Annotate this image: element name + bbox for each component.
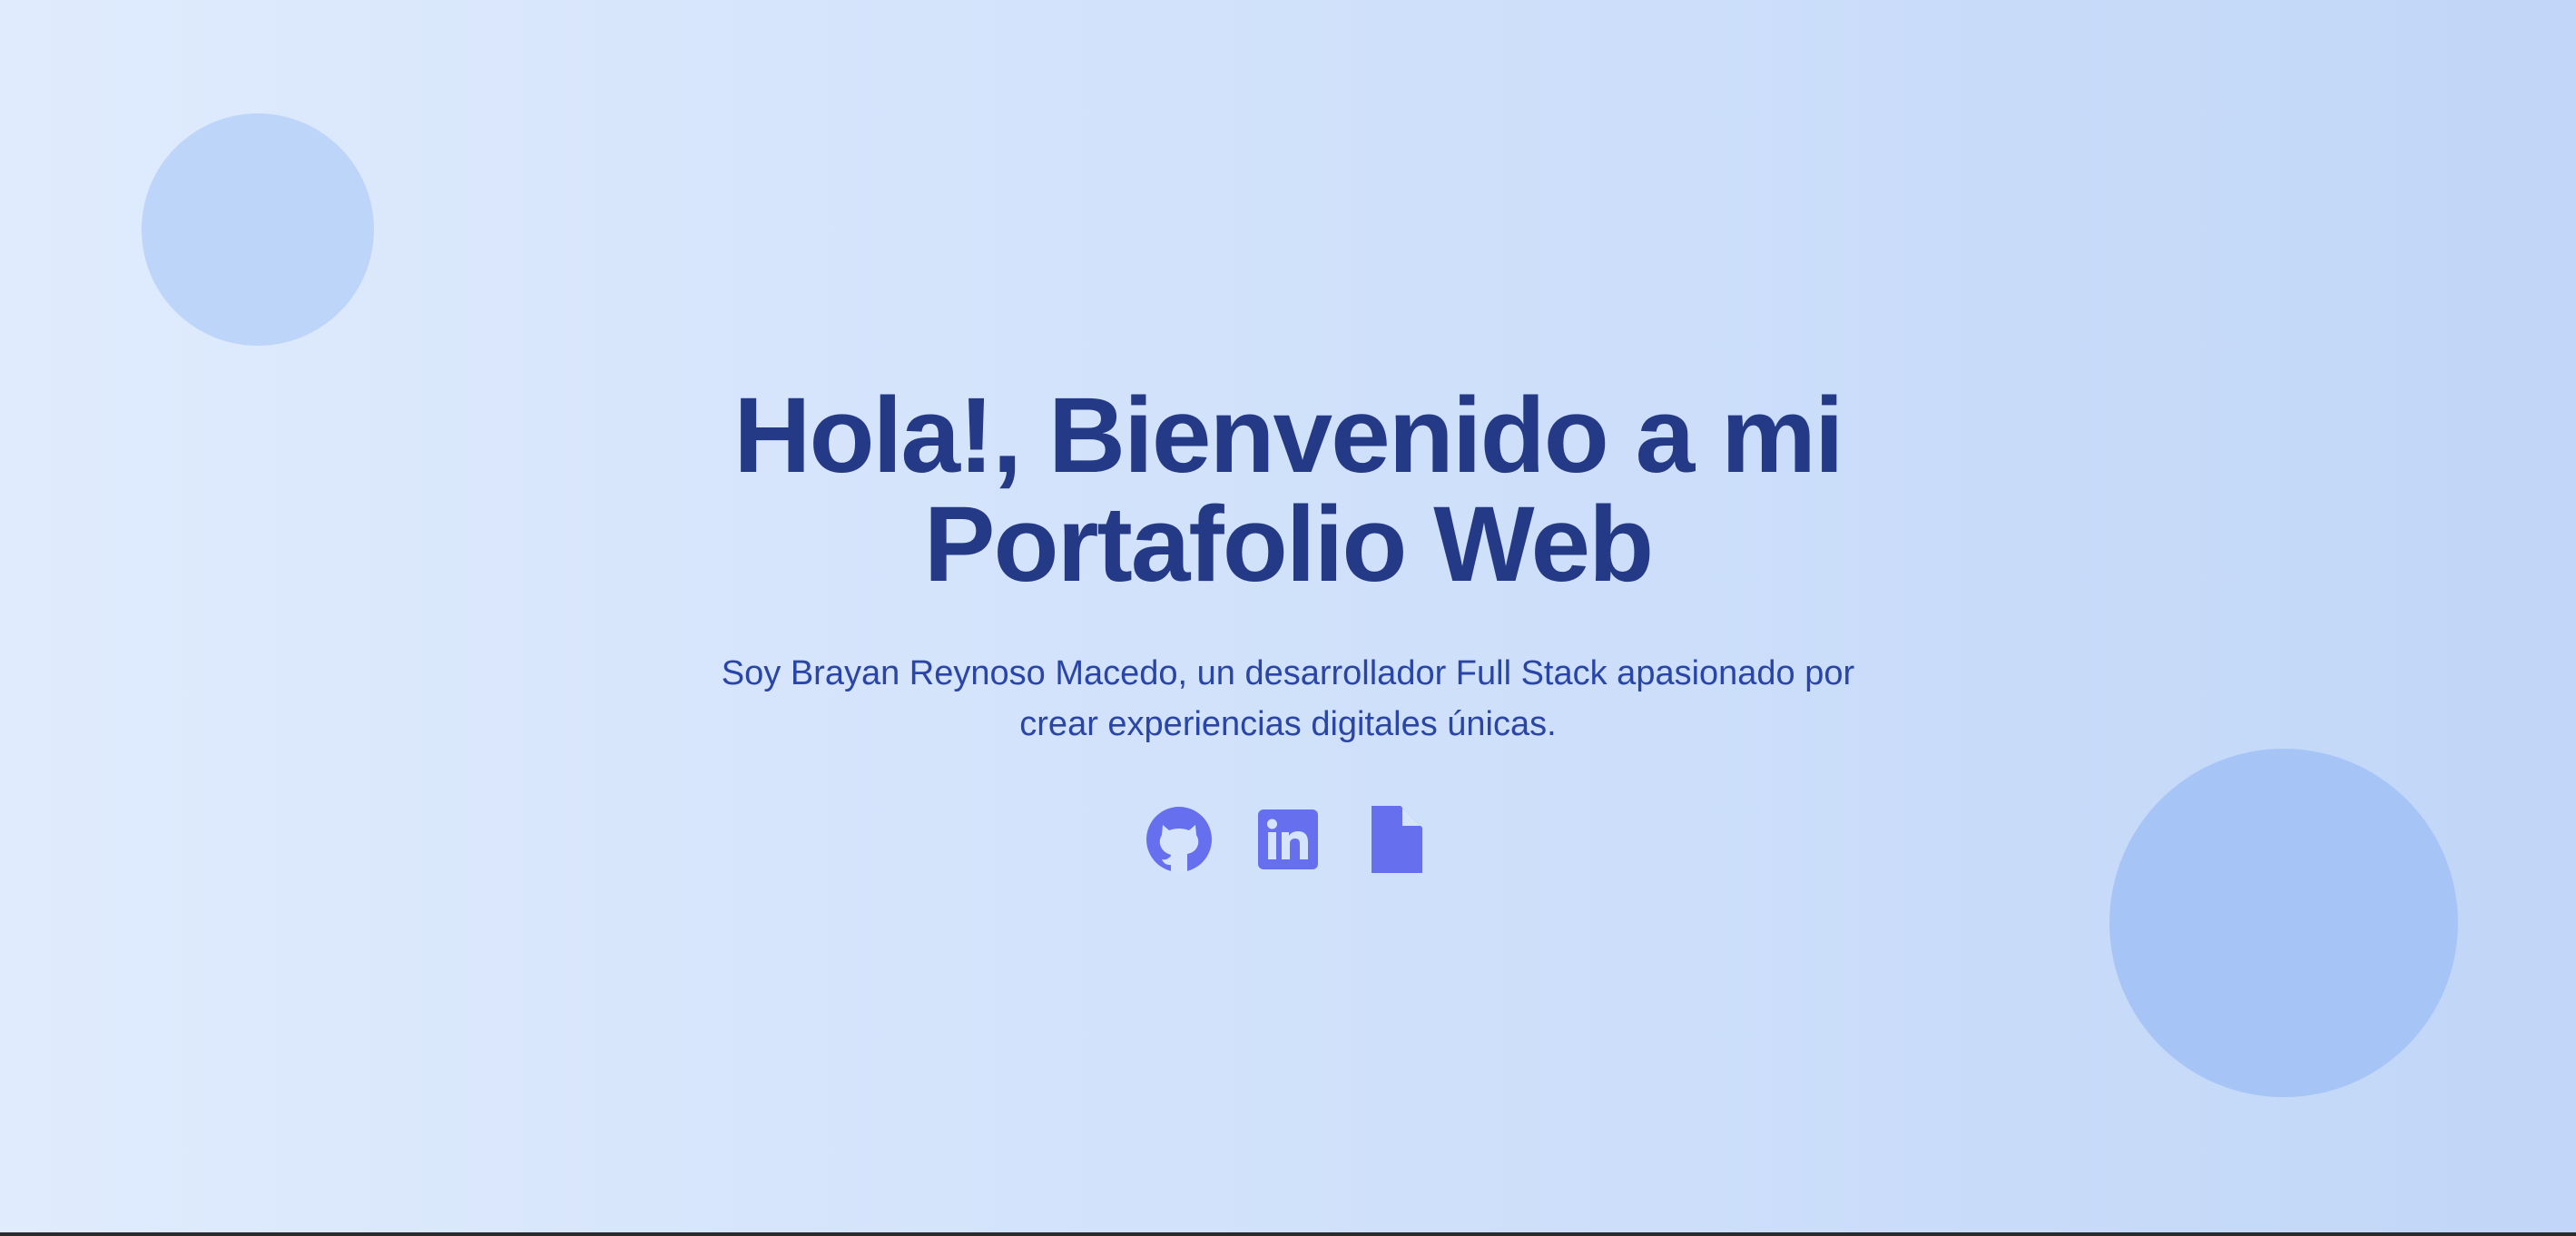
social-links	[0, 806, 2576, 873]
linkedin-icon	[1258, 809, 1318, 869]
hero-subtitle: Soy Brayan Reynoso Macedo, un desarrolla…	[721, 654, 1855, 743]
bottom-border	[0, 1232, 2576, 1236]
hero-section: Hola!, Bienvenido a mi Portafolio Web So…	[0, 0, 2576, 1232]
decorative-circle-left	[142, 113, 374, 346]
linkedin-link[interactable]	[1255, 806, 1321, 873]
resume-link[interactable]	[1364, 806, 1430, 873]
github-icon	[1146, 807, 1212, 872]
document-icon	[1372, 806, 1422, 873]
hero-content: Hola!, Bienvenido a mi Portafolio Web So…	[0, 381, 2576, 873]
github-link[interactable]	[1146, 806, 1212, 873]
hero-title: Hola!, Bienvenido a mi Portafolio Web	[733, 376, 1844, 604]
